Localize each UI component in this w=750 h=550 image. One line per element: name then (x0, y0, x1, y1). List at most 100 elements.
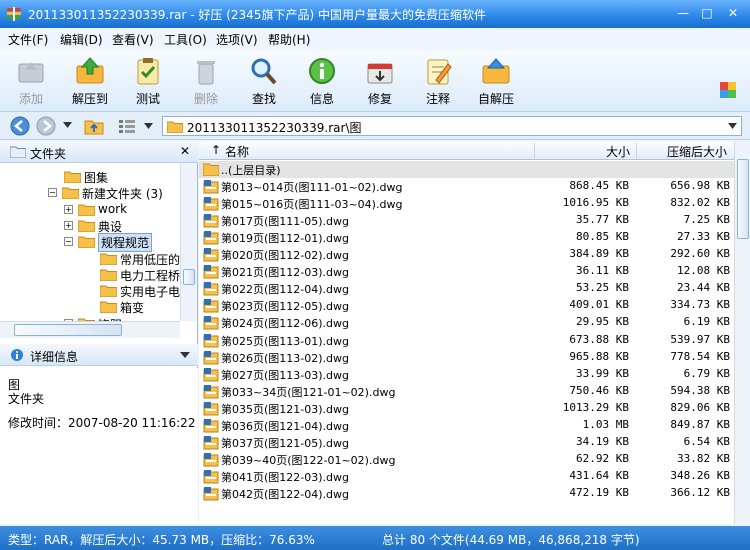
file-name: 第025页(图113-01).dwg (221, 334, 349, 348)
comment-button[interactable]: 注释 (409, 54, 467, 110)
file-size: 53.25 KB (576, 281, 629, 295)
file-size: 80.85 KB (576, 230, 629, 244)
parent-dir-row[interactable]: ..(上层目录) (199, 161, 734, 178)
file-row[interactable]: 第023页(图112-05).dwg 409.01 KB 334.73 KB (199, 297, 734, 314)
tree-expander-icon[interactable]: + (64, 220, 73, 230)
file-rows: ..(上层目录) 第013~014页(图111-01~02).dwg 868.45 … (199, 141, 734, 524)
file-name: 第020页(图112-02).dwg (221, 249, 349, 263)
file-row[interactable]: 第021页(图112-03).dwg 36.11 KB 12.08 KB (199, 263, 734, 280)
tree-expander-icon[interactable]: − (64, 237, 73, 247)
tree-vscrollbar[interactable] (180, 163, 197, 321)
file-size: 750.46 KB (569, 383, 629, 397)
file-row[interactable]: 第024页(图112-06).dwg 29.95 KB 6.19 KB (199, 314, 734, 331)
menu-edit[interactable]: 编辑(D) (60, 31, 103, 48)
menu-tools[interactable]: 工具(O) (164, 31, 207, 48)
file-row[interactable]: 第027页(图113-03).dwg 33.99 KB 6.79 KB (199, 366, 734, 383)
tree-hscroll-thumb[interactable] (14, 324, 122, 336)
file-size: 62.92 KB (576, 451, 629, 465)
file-row[interactable]: 第017页(图111-05).dwg 35.77 KB 7.25 KB (199, 212, 734, 229)
toolbar: 添加 解压到 测试 删除 查找 信息 修复 注释 自解压 (0, 50, 750, 112)
sfx-button[interactable]: 自解压 (467, 54, 525, 110)
address-bar: 201133011352230339.rar\图 (0, 112, 750, 140)
back-icon[interactable] (10, 116, 30, 136)
file-vscroll-thumb[interactable] (737, 159, 749, 239)
file-compressed-size: 594.38 KB (670, 383, 730, 397)
test-button[interactable]: 测试 (119, 54, 177, 110)
file-row[interactable]: 第013~014页(图111-01~02).dwg 868.45 KB 656.98… (199, 178, 734, 195)
file-compressed-size: 334.73 KB (670, 298, 730, 312)
delete-button[interactable]: 删除 (177, 54, 235, 110)
dwg-file-icon (203, 214, 219, 228)
file-size: 35.77 KB (576, 213, 629, 227)
up-folder-icon[interactable] (84, 117, 104, 135)
maximize-button[interactable]: □ (696, 3, 718, 23)
skin-icon[interactable] (720, 82, 736, 98)
info-button[interactable]: 信息 (293, 54, 351, 110)
file-row[interactable]: 第026页(图113-02).dwg 965.88 KB 778.54 KB (199, 349, 734, 366)
file-row[interactable]: 第015~016页(图111-03~04).dwg 1016.95 KB 832.0… (199, 195, 734, 212)
extract-icon (76, 57, 104, 84)
dwg-file-icon (203, 469, 219, 484)
file-name: 第017页(图111-05).dwg (221, 215, 349, 229)
tree-node-label: 新建文件夹 (3) (82, 187, 163, 202)
file-size: 1013.29 KB (562, 400, 629, 414)
details-collapse-icon[interactable] (180, 352, 190, 359)
file-size: 33.99 KB (576, 366, 629, 380)
file-compressed-size: 23.44 KB (677, 281, 730, 295)
menu-help[interactable]: 帮助(H) (268, 31, 310, 48)
file-row[interactable]: 第037页(图121-05).dwg 34.19 KB 6.54 KB (199, 434, 734, 451)
tree-expander-icon[interactable]: + (64, 204, 73, 214)
extract-to-button[interactable]: 解压到 (61, 54, 119, 110)
tree-hscrollbar[interactable] (0, 321, 180, 338)
file-size: 431.64 KB (569, 468, 629, 482)
dwg-file-icon (203, 282, 219, 296)
menu-options[interactable]: 选项(V) (216, 31, 258, 48)
file-row[interactable]: 第019页(图112-01).dwg 80.85 KB 27.33 KB (199, 229, 734, 246)
file-name: 第042页(图122-04).dwg (221, 487, 349, 501)
view-mode-icon[interactable] (118, 118, 136, 134)
path-folder-icon (167, 121, 183, 133)
file-row[interactable]: 第036页(图121-04).dwg 1.03 MB 849.87 KB (199, 417, 734, 434)
file-name: 第019页(图112-01).dwg (221, 232, 349, 246)
path-field[interactable]: 201133011352230339.rar\图 (162, 116, 742, 136)
window-title: 201133011352230339.rar - 好压 (2345旗下产品) 中… (28, 8, 486, 22)
file-name: 第026页(图113-02).dwg (221, 351, 349, 365)
tree-node-label: 常用低压的 (120, 252, 180, 267)
add-button[interactable]: 添加 (2, 54, 60, 110)
dwg-file-icon (203, 384, 219, 399)
tree-expander-icon[interactable]: − (48, 188, 57, 198)
dwg-file-icon (203, 299, 219, 313)
file-row[interactable]: 第041页(图122-03).dwg 431.64 KB 348.26 KB (199, 468, 734, 485)
folder-pane-close-icon[interactable]: ✕ (180, 144, 190, 158)
file-name: 第015~016页(图111-03~04).dwg (221, 198, 403, 212)
file-size: 29.95 KB (576, 315, 629, 329)
file-row[interactable]: 第022页(图112-04).dwg 53.25 KB 23.44 KB (199, 280, 734, 297)
minimize-button[interactable]: — (672, 3, 694, 23)
file-row[interactable]: 第025页(图113-01).dwg 673.88 KB 539.97 KB (199, 332, 734, 349)
history-dropdown-icon[interactable] (63, 122, 72, 129)
menu-file[interactable]: 文件(F) (8, 31, 48, 48)
close-button[interactable]: ✕ (720, 3, 746, 23)
file-row[interactable]: 第042页(图122-04).dwg 472.19 KB 366.12 KB (199, 485, 734, 502)
file-row[interactable]: 第020页(图112-02).dwg 384.89 KB 292.60 KB (199, 246, 734, 263)
file-compressed-size: 778.54 KB (670, 349, 730, 363)
repair-button[interactable]: 修复 (351, 54, 409, 110)
menu-view[interactable]: 查看(V) (112, 31, 154, 48)
tree-vscroll-thumb[interactable] (183, 269, 195, 285)
file-compressed-size: 6.54 KB (683, 434, 730, 448)
file-vscrollbar[interactable] (734, 141, 750, 524)
file-row[interactable]: 第033~34页(图121-01~02).dwg 750.46 KB 594.38 … (199, 383, 734, 400)
dwg-file-icon (203, 367, 219, 382)
dwg-file-icon (203, 452, 219, 467)
file-list-pane: ↑ 名称 大小 压缩后大小 ..(上层目录) 第013~014页(图111-01~… (199, 141, 750, 524)
view-dropdown-icon[interactable] (144, 123, 153, 130)
file-size: 384.89 KB (569, 247, 629, 261)
file-row[interactable]: 第039~40页(图122-01~02).dwg 62.92 KB 33.82 KB (199, 451, 734, 468)
find-button[interactable]: 查找 (235, 54, 293, 110)
path-text: 201133011352230339.rar\图 (187, 121, 362, 135)
file-row[interactable]: 第035页(图121-03).dwg 1013.29 KB 829.06 KB (199, 400, 734, 417)
folder-icon (78, 220, 95, 232)
forward-icon[interactable] (36, 116, 56, 136)
dwg-file-icon (203, 197, 219, 211)
path-dropdown-icon[interactable] (728, 123, 737, 130)
